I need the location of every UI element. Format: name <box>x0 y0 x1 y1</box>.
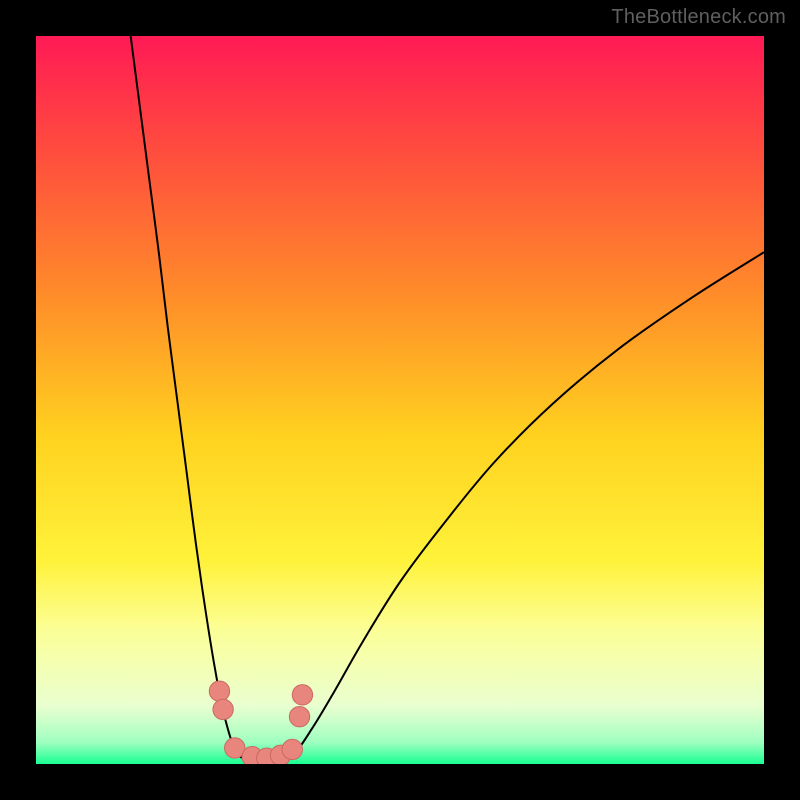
marker-dot <box>292 685 312 705</box>
marker-dot <box>289 706 309 726</box>
outer-frame: TheBottleneck.com <box>0 0 800 800</box>
marker-dot <box>213 699 233 719</box>
marker-dot <box>282 739 302 759</box>
plot-area <box>36 36 764 764</box>
marker-dot <box>209 681 229 701</box>
chart-svg <box>36 36 764 764</box>
watermark-text: TheBottleneck.com <box>611 6 786 29</box>
